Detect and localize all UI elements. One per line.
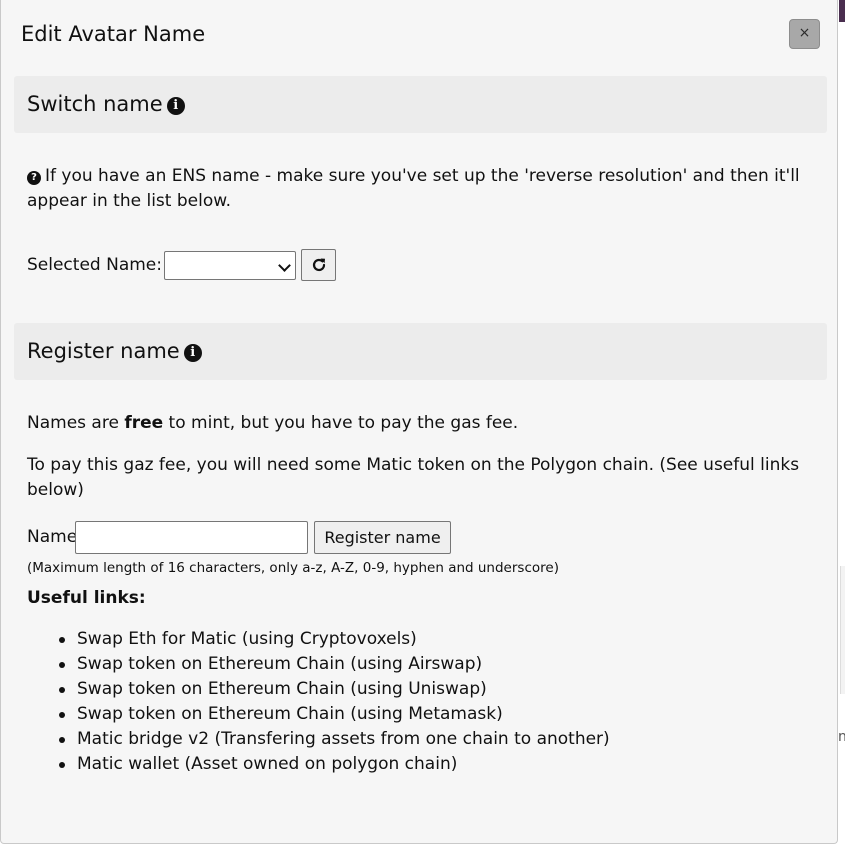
name-constraints-hint: (Maximum length of 16 characters, only a… bbox=[27, 560, 559, 576]
question-icon: ? bbox=[27, 171, 41, 185]
background-side-panel bbox=[840, 566, 845, 694]
close-button[interactable]: × bbox=[789, 19, 820, 49]
useful-links-list: Swap Eth for Matic (using Cryptovoxels) … bbox=[27, 627, 610, 777]
refresh-icon bbox=[312, 258, 326, 272]
ens-hint: ? If you have an ENS name - make sure you… bbox=[27, 164, 817, 214]
chevron-down-icon bbox=[278, 259, 291, 272]
info-icon[interactable]: i bbox=[166, 97, 185, 115]
background-page-edge bbox=[839, 0, 845, 851]
selected-name-label: Selected Name: bbox=[27, 255, 162, 275]
useful-link[interactable]: Swap token on Ethereum Chain (using Meta… bbox=[59, 702, 610, 727]
free-mint-text-pre: Names are bbox=[27, 413, 125, 433]
register-name-button[interactable]: Register name bbox=[314, 521, 451, 554]
background-text-fragment: n bbox=[838, 729, 845, 745]
dialog-title: Edit Avatar Name bbox=[21, 22, 206, 46]
switch-name-header: Switch name i bbox=[14, 76, 827, 133]
free-mint-text-post: to mint, but you have to pay the gas fee… bbox=[163, 413, 519, 433]
selected-name-select[interactable] bbox=[164, 251, 296, 280]
info-icon[interactable]: i bbox=[183, 344, 202, 362]
useful-link[interactable]: Matic wallet (Asset owned on polygon cha… bbox=[59, 752, 610, 777]
free-mint-text-bold: free bbox=[124, 413, 164, 433]
close-icon: × bbox=[798, 25, 811, 41]
switch-name-title: Switch name bbox=[27, 92, 163, 116]
name-input[interactable] bbox=[75, 521, 308, 554]
ens-hint-text: If you have an ENS name - make sure you'… bbox=[27, 166, 800, 211]
register-name-title: Register name bbox=[27, 339, 180, 363]
name-label: Name bbox=[27, 527, 78, 547]
useful-link[interactable]: Swap Eth for Matic (using Cryptovoxels) bbox=[59, 627, 610, 652]
edit-avatar-name-dialog: Edit Avatar Name × Switch name i ? If you … bbox=[0, 0, 838, 844]
useful-link[interactable]: Matic bridge v2 (Transfering assets from… bbox=[59, 727, 610, 752]
refresh-button[interactable] bbox=[301, 249, 336, 281]
useful-links-title: Useful links: bbox=[27, 588, 146, 608]
gas-fee-text: To pay this gaz fee, you will need some … bbox=[27, 455, 800, 500]
useful-link[interactable]: Swap token on Ethereum Chain (using Unis… bbox=[59, 677, 610, 702]
background-accent-bar bbox=[839, 0, 845, 22]
free-mint-text: Names are free to mint, but you have to … bbox=[27, 411, 817, 436]
useful-link[interactable]: Swap token on Ethereum Chain (using Airs… bbox=[59, 652, 610, 677]
register-name-header: Register name i bbox=[14, 323, 827, 380]
